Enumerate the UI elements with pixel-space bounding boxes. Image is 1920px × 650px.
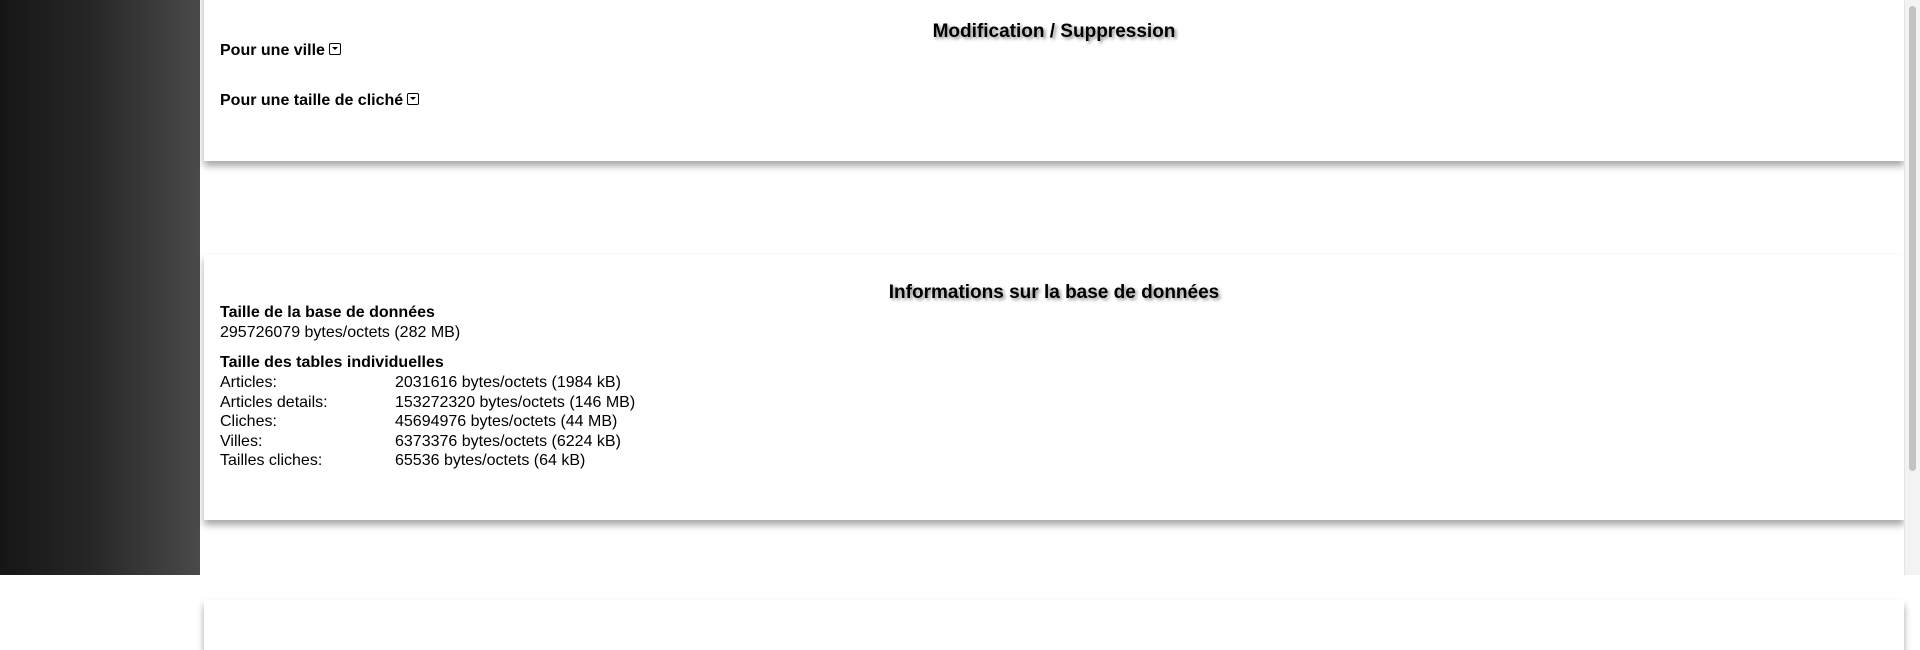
table-size: 2031616 bytes/octets (1984 kB) [395, 374, 621, 391]
chevron-down-icon[interactable] [328, 43, 341, 55]
table-name: Articles details: [220, 393, 328, 411]
table-row: Tailles cliches: 65536 bytes/octets (64 … [220, 451, 635, 471]
filter-by-photo-size-label: Pour une taille de cliché [220, 92, 404, 109]
filter-by-city[interactable]: Pour une ville [220, 42, 341, 60]
filter-by-photo-size[interactable]: Pour une taille de cliché [220, 92, 420, 110]
scrollbar-thumb[interactable] [1909, 6, 1916, 471]
database-info-panel: Informations sur la base de données Tail… [204, 255, 1904, 520]
next-panel [204, 600, 1904, 650]
chevron-down-icon[interactable] [407, 93, 420, 105]
modification-title: Modification / Suppression [932, 21, 1176, 42]
table-name: Tailles cliches: [220, 452, 323, 469]
filter-by-city-label: Pour une ville [220, 42, 325, 59]
table-name: Articles: [220, 374, 277, 391]
db-size-heading: Taille de la base de données [220, 304, 435, 321]
table-size: 65536 bytes/octets (64 kB) [395, 452, 586, 469]
modification-panel: Modification / Suppression Pour une vill… [204, 0, 1904, 161]
sidebar [0, 0, 200, 575]
table-name: Villes: [220, 432, 263, 450]
database-info-title: Informations sur la base de données [888, 282, 1220, 303]
main-content: Modification / Suppression Pour une vill… [200, 0, 1904, 650]
tables-size-heading: Taille des tables individuelles [220, 354, 444, 371]
table-name: Cliches: [220, 413, 277, 430]
vertical-scrollbar[interactable] [1904, 0, 1920, 575]
db-size-value: 295726079 bytes/octets (282 MB) [220, 324, 461, 341]
table-size: 6373376 bytes/octets (6224 kB) [395, 432, 621, 450]
table-size: 45694976 bytes/octets (44 MB) [395, 413, 618, 430]
table-row: Villes: 6373376 bytes/octets (6224 kB) [220, 432, 635, 452]
tables-size-list: Articles: 2031616 bytes/octets (1984 kB)… [220, 373, 635, 471]
table-row: Cliches: 45694976 bytes/octets (44 MB) [220, 412, 635, 432]
table-row: Articles: 2031616 bytes/octets (1984 kB) [220, 373, 635, 393]
table-size: 153272320 bytes/octets (146 MB) [395, 393, 636, 411]
table-row: Articles details: 153272320 bytes/octets… [220, 393, 635, 413]
